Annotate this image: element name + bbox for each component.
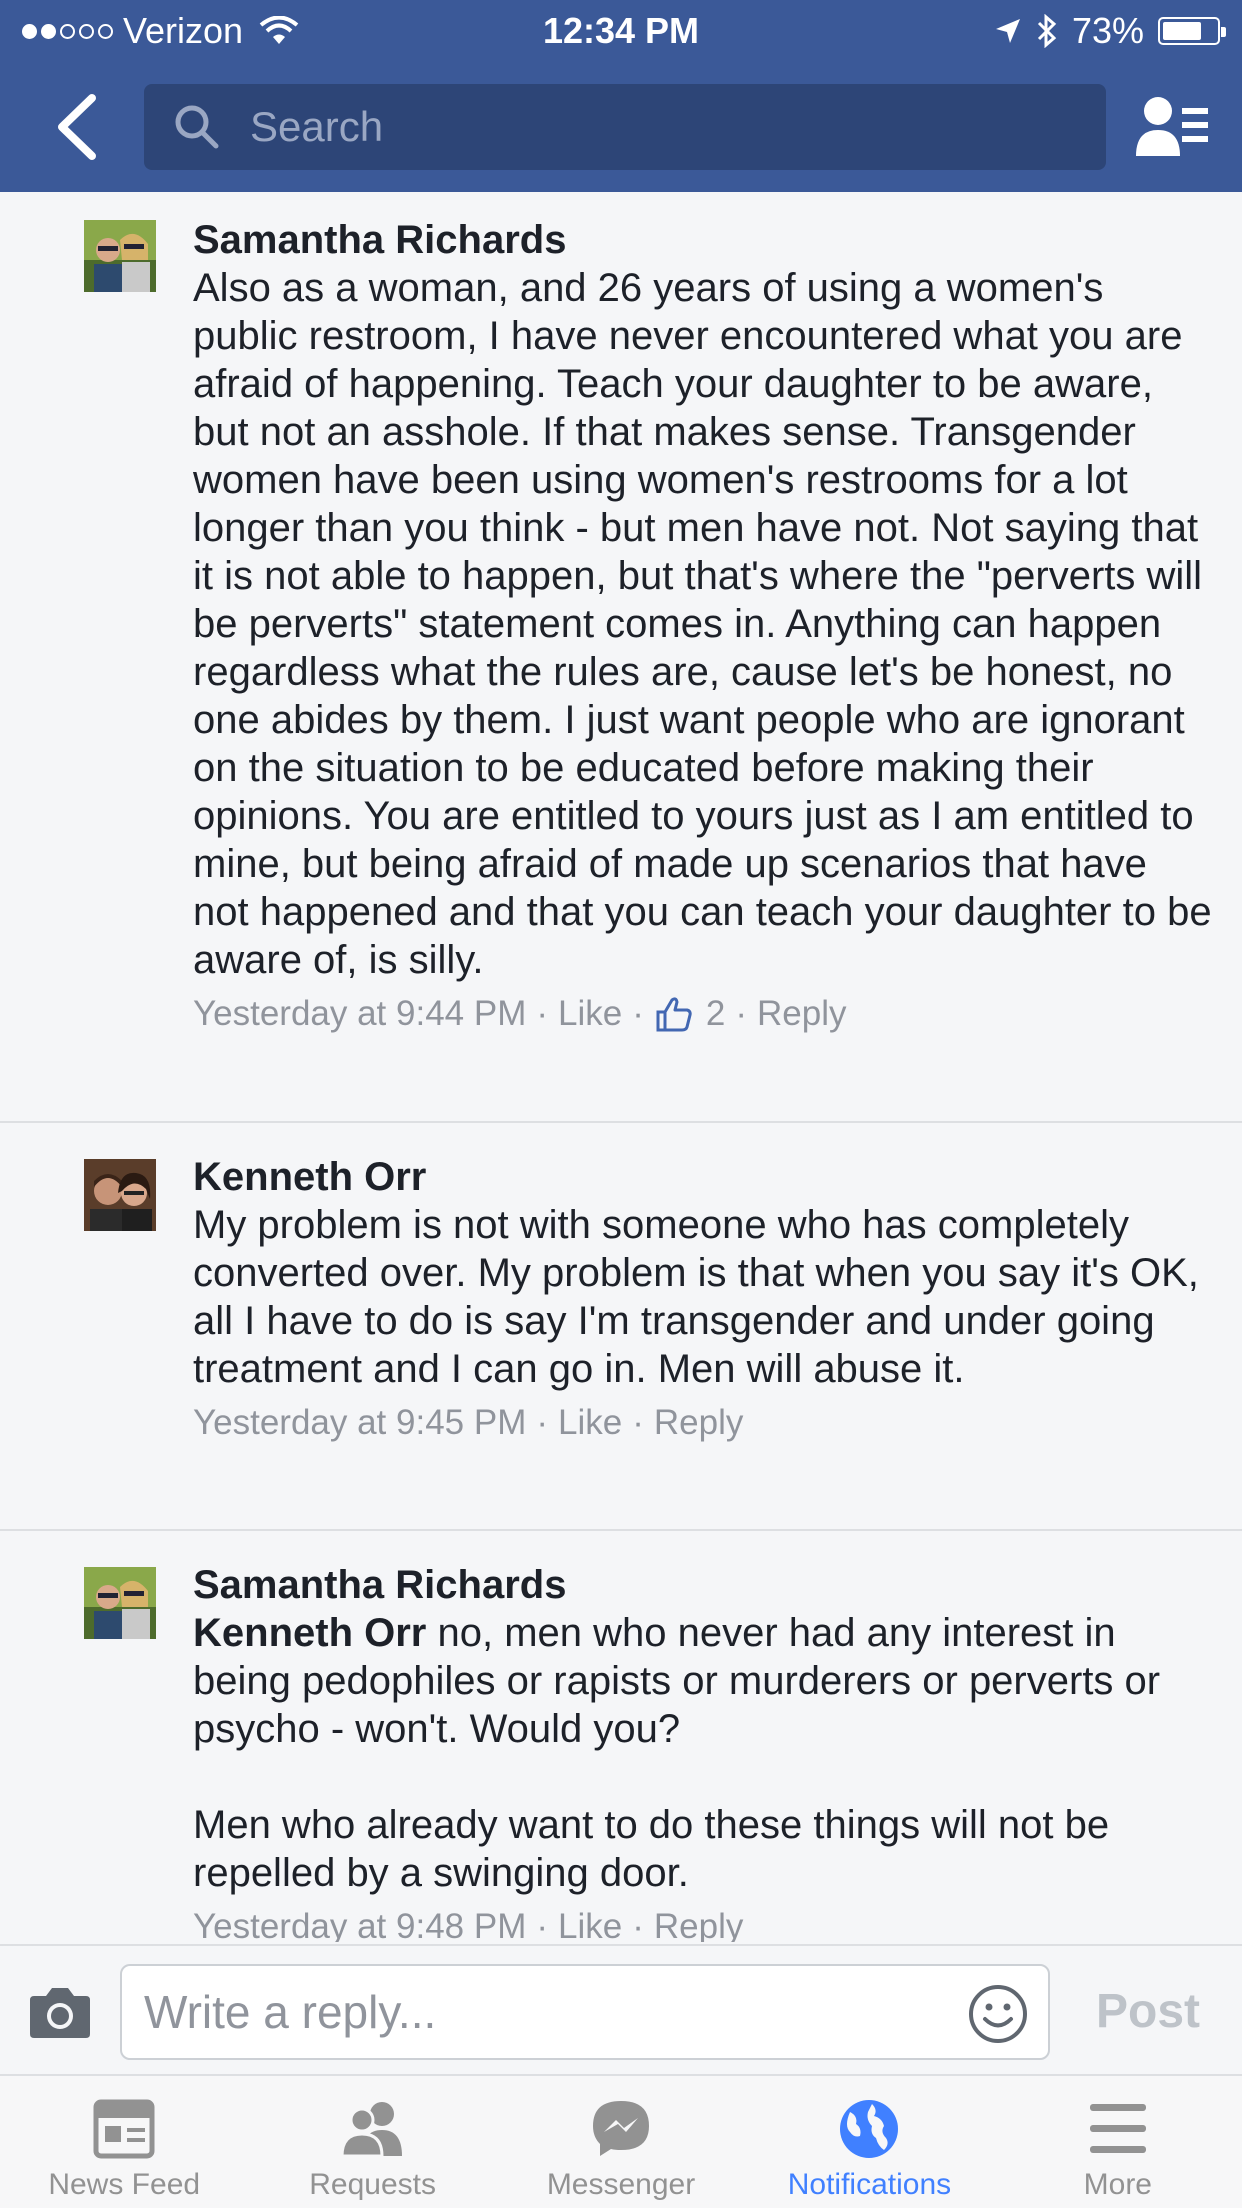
tab-label: Requests — [309, 2168, 436, 2201]
separator-dot: · — [536, 1907, 549, 1942]
separator-dot: · — [632, 994, 644, 1033]
comment-text: Kenneth Orr no, men who never had any in… — [193, 1609, 1212, 1897]
status-right: 73% — [994, 10, 1226, 52]
like-button[interactable]: Like — [558, 990, 622, 1038]
reply-button[interactable]: Reply — [654, 1903, 743, 1942]
comment-author[interactable]: Kenneth Orr — [193, 1153, 1212, 1201]
comment-meta: Yesterday at 9:48 PM · Like · Reply — [193, 1903, 1212, 1942]
comment-meta: Yesterday at 9:44 PM · Like · 2 · Reply — [193, 990, 1212, 1038]
news-feed-icon — [93, 2099, 155, 2159]
tab-messenger[interactable]: Messenger — [497, 2076, 745, 2208]
comment-item: Samantha Richards Also as a woman, and 2… — [0, 192, 1242, 1123]
camera-button[interactable] — [26, 1986, 94, 2040]
profile-photo-icon — [84, 1159, 156, 1231]
status-bar: Verizon 12:34 PM 73% — [0, 0, 1242, 62]
camera-icon — [30, 1988, 90, 2038]
tab-label: More — [1083, 2168, 1152, 2201]
thumbs-up-icon — [656, 997, 692, 1032]
location-arrow-icon — [995, 19, 1020, 43]
tab-news-feed[interactable]: News Feed — [0, 2076, 248, 2208]
comment-text: Also as a woman, and 26 years of using a… — [193, 266, 1223, 982]
comment-timestamp[interactable]: Yesterday at 9:44 PM — [193, 990, 526, 1038]
tab-label: News Feed — [48, 2168, 201, 2201]
hamburger-menu-icon — [1089, 2104, 1146, 2153]
reply-field[interactable] — [120, 1964, 1050, 2060]
avatar[interactable] — [84, 220, 156, 292]
messenger-icon — [593, 2101, 650, 2156]
comment-body: Kenneth Orr My problem is not with someo… — [193, 1153, 1212, 1447]
comment-body: Samantha Richards Kenneth Orr no, men wh… — [193, 1561, 1212, 1942]
comment-item: Samantha Richards Kenneth Orr no, men wh… — [0, 1531, 1242, 1942]
reply-input[interactable] — [144, 1985, 944, 2039]
like-button[interactable]: Like — [558, 1399, 622, 1447]
separator-dot: · — [536, 1403, 549, 1442]
mention-link[interactable]: Kenneth Orr — [193, 1611, 426, 1655]
tab-more[interactable]: More — [994, 2076, 1242, 2208]
tab-notifications[interactable]: Notifications — [745, 2076, 993, 2208]
top-navigation-bar: Verizon 12:34 PM 73% — [0, 0, 1242, 192]
profile-photo-icon — [84, 220, 156, 292]
comment-timestamp[interactable]: Yesterday at 9:48 PM — [193, 1903, 526, 1942]
friend-list-icon — [1136, 97, 1208, 156]
search-icon — [175, 105, 219, 149]
comment-author[interactable]: Samantha Richards — [193, 1561, 1212, 1609]
smiley-icon — [969, 1985, 1027, 2043]
reply-composer: Post — [0, 1944, 1242, 2074]
tab-requests[interactable]: Requests — [248, 2076, 496, 2208]
back-button[interactable] — [48, 92, 108, 162]
comment-thread: Samantha Richards Also as a woman, and 2… — [0, 192, 1242, 1942]
emoji-button[interactable] — [968, 1984, 1028, 2044]
comment-author[interactable]: Samantha Richards — [193, 216, 1212, 264]
avatar[interactable] — [84, 1159, 156, 1231]
search-bar[interactable] — [144, 84, 1106, 170]
search-input[interactable] — [250, 103, 950, 151]
profile-photo-icon — [84, 1567, 156, 1639]
like-button[interactable]: Like — [558, 1903, 622, 1942]
comment-body: Samantha Richards Also as a woman, and 2… — [193, 216, 1212, 1038]
tab-label: Messenger — [546, 2168, 696, 2201]
comment-text: My problem is not with someone who has c… — [193, 1203, 1210, 1391]
chevron-left-icon — [58, 94, 96, 160]
comment-item: Kenneth Orr My problem is not with someo… — [0, 1123, 1242, 1531]
like-count[interactable]: 2 — [706, 990, 725, 1038]
friend-requests-icon — [340, 2102, 402, 2158]
tab-label: Notifications — [787, 2168, 952, 2201]
post-button[interactable]: Post — [1096, 1984, 1200, 2039]
separator-dot: · — [632, 1403, 644, 1442]
comment-meta: Yesterday at 9:45 PM · Like · Reply — [193, 1399, 1212, 1447]
comment-timestamp[interactable]: Yesterday at 9:45 PM — [193, 1399, 526, 1447]
reply-button[interactable]: Reply — [654, 1399, 743, 1447]
separator-dot: · — [735, 994, 748, 1033]
battery-percentage: 73% — [1071, 10, 1144, 51]
bluetooth-icon — [1037, 14, 1057, 48]
globe-icon — [840, 2100, 899, 2158]
friends-list-button[interactable] — [1134, 94, 1210, 160]
separator-dot: · — [536, 994, 549, 1033]
reply-button[interactable]: Reply — [757, 990, 846, 1038]
bottom-tab-bar: News Feed Requests Messenger Notificatio… — [0, 2074, 1242, 2208]
battery-icon — [1158, 17, 1226, 45]
separator-dot: · — [632, 1907, 644, 1942]
avatar[interactable] — [84, 1567, 156, 1639]
